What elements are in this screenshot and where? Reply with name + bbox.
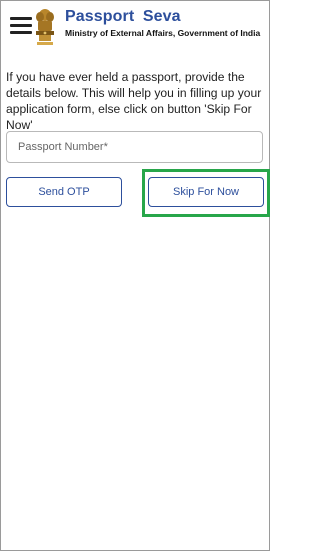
intro-text: If you have ever held a passport, provid… <box>6 70 262 132</box>
send-otp-button[interactable]: Send OTP <box>6 177 122 207</box>
skip-for-now-button[interactable]: Skip For Now <box>148 177 264 207</box>
app-header: Passport Seva Ministry of External Affai… <box>0 0 270 56</box>
passport-number-input[interactable] <box>7 132 262 162</box>
passport-number-field[interactable] <box>6 131 263 163</box>
app-title: Passport Seva <box>65 8 181 25</box>
hamburger-menu-icon[interactable] <box>10 17 32 34</box>
app-subtitle: Ministry of External Affairs, Government… <box>65 28 261 38</box>
national-emblem-icon <box>36 9 54 45</box>
